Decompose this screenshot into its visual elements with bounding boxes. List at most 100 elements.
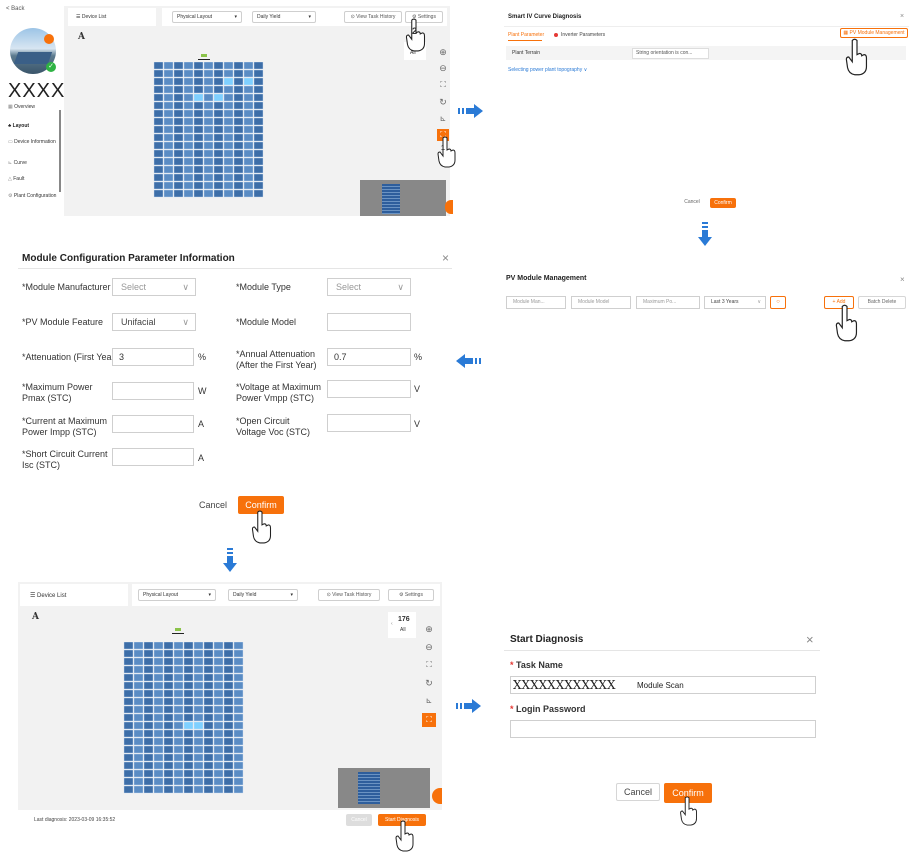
pv-module[interactable] <box>213 665 224 674</box>
pv-module[interactable] <box>193 673 204 682</box>
attenuation-first-input[interactable]: 3 <box>112 348 194 366</box>
pv-module[interactable] <box>203 689 214 698</box>
pv-module[interactable] <box>193 721 204 730</box>
pv-module[interactable] <box>223 62 234 70</box>
pv-module[interactable] <box>183 77 194 86</box>
pv-module[interactable] <box>173 125 184 134</box>
pv-module[interactable] <box>173 149 184 158</box>
pv-module[interactable] <box>243 157 254 166</box>
pv-module[interactable] <box>153 705 164 714</box>
pv-module[interactable] <box>193 649 204 658</box>
pv-module[interactable] <box>213 165 224 174</box>
pv-module[interactable] <box>183 785 194 794</box>
pv-module[interactable] <box>183 93 194 102</box>
pv-module[interactable] <box>133 713 144 722</box>
pv-module[interactable] <box>123 673 134 682</box>
refresh-icon[interactable]: ↻ <box>438 97 448 107</box>
pv-module[interactable] <box>213 729 224 738</box>
pv-module[interactable] <box>253 141 264 150</box>
batch-delete-button[interactable]: Batch Delete <box>858 296 906 309</box>
nav-item-device-info[interactable]: ▭ Device Information <box>8 139 58 145</box>
pv-module[interactable] <box>213 85 224 94</box>
pv-module[interactable] <box>203 753 214 762</box>
pv-module[interactable] <box>213 673 224 682</box>
pv-module[interactable] <box>153 657 164 666</box>
yield-select[interactable]: Daily Yield ▾ <box>228 589 298 601</box>
pv-module[interactable] <box>193 101 204 110</box>
pv-module[interactable] <box>213 77 224 86</box>
pv-module[interactable] <box>203 657 214 666</box>
pv-module[interactable] <box>163 101 174 110</box>
pv-module[interactable] <box>233 69 244 78</box>
pv-module[interactable] <box>133 697 144 706</box>
pv-module[interactable] <box>153 673 164 682</box>
pv-module[interactable] <box>233 753 244 762</box>
pv-module[interactable] <box>193 713 204 722</box>
pv-module[interactable] <box>183 189 194 198</box>
cancel-button[interactable]: Cancel <box>616 783 660 801</box>
voc-input[interactable] <box>327 414 411 432</box>
pv-module[interactable] <box>143 761 154 770</box>
pv-module[interactable] <box>163 62 174 70</box>
close-icon[interactable]: × <box>442 251 449 265</box>
pv-module[interactable] <box>243 133 254 142</box>
pv-module[interactable] <box>163 141 174 150</box>
pv-module[interactable] <box>193 697 204 706</box>
pv-module[interactable] <box>153 133 164 142</box>
pv-module[interactable] <box>183 149 194 158</box>
pv-module[interactable] <box>223 109 234 118</box>
pv-module[interactable] <box>243 173 254 182</box>
module-count-box[interactable]: ‹ 176 All <box>388 612 416 638</box>
pv-module[interactable] <box>203 133 214 142</box>
pv-module[interactable] <box>133 769 144 778</box>
pv-module[interactable] <box>253 165 264 174</box>
pv-module[interactable] <box>163 761 174 770</box>
zoom-in-icon[interactable]: ⊕ <box>438 47 448 57</box>
pv-module[interactable] <box>163 705 174 714</box>
pv-module[interactable] <box>133 649 144 658</box>
pv-module[interactable] <box>133 721 144 730</box>
pv-module[interactable] <box>213 761 224 770</box>
pv-module[interactable] <box>183 62 194 70</box>
pv-module[interactable] <box>213 745 224 754</box>
pv-module[interactable] <box>183 165 194 174</box>
pv-module[interactable] <box>233 93 244 102</box>
pv-module[interactable] <box>173 101 184 110</box>
max-power-input[interactable]: Maximum Po... <box>636 296 700 309</box>
pv-module[interactable] <box>163 189 174 198</box>
pv-module[interactable] <box>203 62 214 70</box>
pv-module[interactable] <box>193 753 204 762</box>
pv-module[interactable] <box>203 101 214 110</box>
pv-module[interactable] <box>163 181 174 190</box>
pv-module[interactable] <box>223 689 234 698</box>
yield-select[interactable]: Daily Yield ▾ <box>252 11 316 23</box>
curve-tool-icon[interactable]: ⊾ <box>438 114 448 124</box>
nav-item-overview[interactable]: ▦ Overview <box>8 104 35 110</box>
period-select[interactable]: Last 3 Years ∨ <box>704 296 766 309</box>
pv-module[interactable] <box>223 93 234 102</box>
pv-module[interactable] <box>213 133 224 142</box>
pv-module[interactable] <box>253 117 264 126</box>
pv-module[interactable] <box>143 721 154 730</box>
pv-module[interactable] <box>253 101 264 110</box>
pv-module[interactable] <box>203 681 214 690</box>
isc-input[interactable] <box>112 448 194 466</box>
pv-module[interactable] <box>203 85 214 94</box>
pv-module[interactable] <box>153 761 164 770</box>
pv-module[interactable] <box>193 705 204 714</box>
pv-module[interactable] <box>183 737 194 746</box>
pv-module[interactable] <box>203 761 214 770</box>
pv-module[interactable] <box>173 673 184 682</box>
pv-module[interactable] <box>173 62 184 70</box>
zoom-out-icon[interactable]: ⊖ <box>438 63 448 73</box>
nav-item-layout[interactable]: ♣ Layout <box>8 123 29 129</box>
pv-module[interactable] <box>133 673 144 682</box>
pv-module[interactable] <box>153 109 164 118</box>
task-name-input[interactable]: XXXXXXXXXXXX Module Scan <box>510 676 816 694</box>
impp-input[interactable] <box>112 415 194 433</box>
curve-tool-icon[interactable]: ⊾ <box>424 696 434 706</box>
pv-module[interactable] <box>123 769 134 778</box>
pv-module[interactable] <box>173 181 184 190</box>
pv-module[interactable] <box>153 62 164 70</box>
pv-module[interactable] <box>173 69 184 78</box>
